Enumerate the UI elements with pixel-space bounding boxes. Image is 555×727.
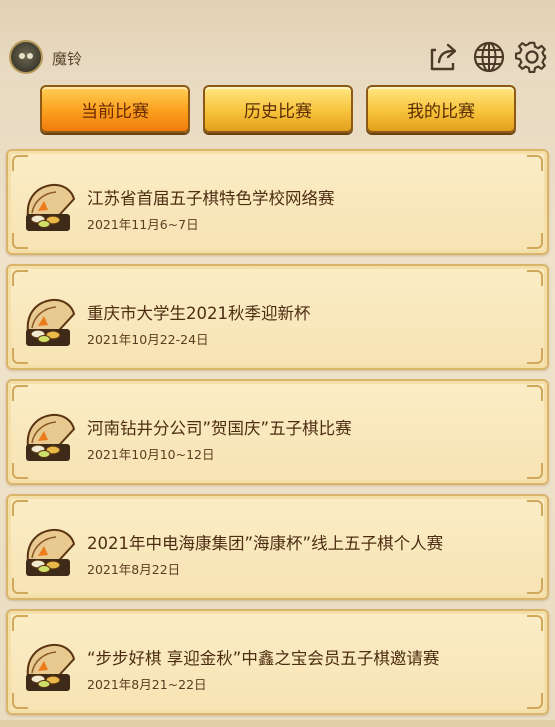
username: 魔铃 — [52, 50, 83, 68]
competition-date: 2021年8月21~22日 — [87, 677, 207, 692]
card-corner — [12, 155, 28, 171]
card-corner — [527, 385, 543, 401]
card-corner — [12, 615, 28, 631]
card-corner — [12, 463, 28, 479]
gear-icon[interactable] — [515, 40, 549, 74]
competition-card[interactable]: 江苏省首届五子棋特色学校网络赛 2021年11月6~7日 — [6, 149, 549, 255]
card-corner — [527, 578, 543, 594]
competition-title: “步步好棋 享迎金秋”中鑫之宝会员五子棋邀请赛 — [87, 649, 440, 668]
card-corner — [527, 233, 543, 249]
tab-bar: 当前比赛 历史比赛 我的比赛 — [0, 85, 555, 137]
next-card-edge — [0, 720, 555, 727]
card-corner — [12, 348, 28, 364]
top-bar: 魔铃 — [0, 0, 555, 80]
card-corner — [527, 500, 543, 516]
competition-card[interactable]: 河南钻井分公司”贺国庆”五子棋比赛 2021年10月10~12日 — [6, 379, 549, 485]
card-corner — [527, 463, 543, 479]
tournament-emblem-icon — [26, 528, 76, 576]
card-corner — [527, 348, 543, 364]
tournament-emblem-icon — [26, 643, 76, 691]
competition-title: 江苏省首届五子棋特色学校网络赛 — [87, 189, 335, 208]
avatar[interactable] — [9, 40, 43, 74]
card-corner — [12, 500, 28, 516]
competition-card[interactable]: 2021年中电海康集团”海康杯”线上五子棋个人赛 2021年8月22日 — [6, 494, 549, 600]
card-corner — [12, 385, 28, 401]
card-corner — [12, 233, 28, 249]
globe-icon[interactable] — [472, 40, 506, 74]
competition-date: 2021年11月6~7日 — [87, 217, 199, 232]
competition-title: 河南钻井分公司”贺国庆”五子棋比赛 — [87, 419, 352, 438]
tab-current-matches[interactable]: 当前比赛 — [40, 85, 190, 133]
card-corner — [12, 270, 28, 286]
card-corner — [527, 615, 543, 631]
card-corner — [527, 155, 543, 171]
card-corner — [12, 693, 28, 709]
share-icon[interactable] — [427, 40, 461, 74]
card-corner — [527, 693, 543, 709]
tab-my-matches[interactable]: 我的比赛 — [366, 85, 516, 133]
card-corner — [527, 270, 543, 286]
tournament-emblem-icon — [26, 183, 76, 231]
tab-history-matches[interactable]: 历史比赛 — [203, 85, 353, 133]
card-corner — [12, 578, 28, 594]
competition-card[interactable]: “步步好棋 享迎金秋”中鑫之宝会员五子棋邀请赛 2021年8月21~22日 — [6, 609, 549, 715]
tournament-emblem-icon — [26, 298, 76, 346]
competition-title: 2021年中电海康集团”海康杯”线上五子棋个人赛 — [87, 534, 444, 553]
competition-date: 2021年10月10~12日 — [87, 447, 215, 462]
competition-date: 2021年10月22-24日 — [87, 332, 209, 347]
competition-date: 2021年8月22日 — [87, 562, 181, 577]
competition-title: 重庆市大学生2021秋季迎新杯 — [87, 304, 311, 323]
competition-card[interactable]: 重庆市大学生2021秋季迎新杯 2021年10月22-24日 — [6, 264, 549, 370]
tournament-emblem-icon — [26, 413, 76, 461]
